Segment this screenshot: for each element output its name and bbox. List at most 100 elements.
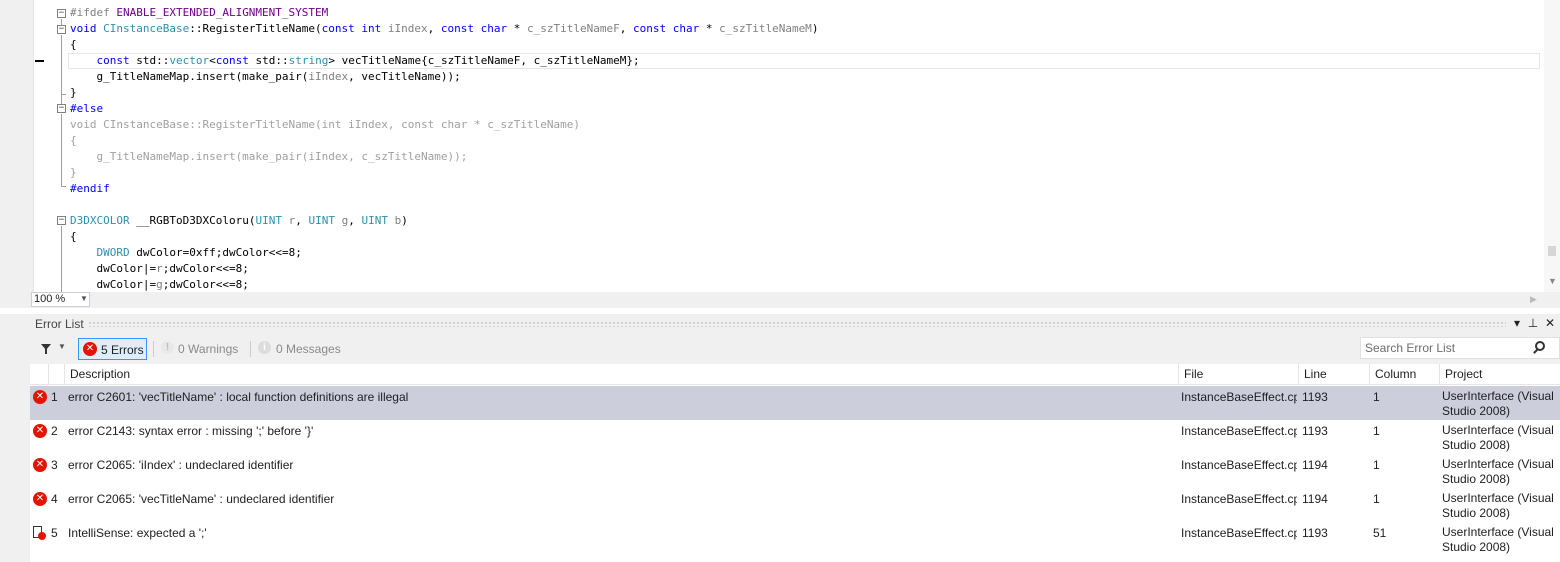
scroll-right-icon[interactable]: ▶ [1530, 294, 1537, 305]
code-token: * [507, 22, 528, 35]
code-token: const char [632, 22, 700, 35]
collapse-icon[interactable]: − [57, 104, 66, 113]
code-editor[interactable]: − − − − #ifdef ENABLE_EXTENDED_ALIGNMENT… [0, 0, 1560, 308]
editor-bottom-bar: 100 % ▼ ▶ [0, 292, 1560, 308]
code-token: , [427, 22, 441, 35]
error-file: InstanceBaseEffect.cpp [1181, 424, 1297, 438]
intellisense-error-icon [33, 526, 46, 540]
code-text[interactable]: #ifdef ENABLE_EXTENDED_ALIGNMENT_SYSTEM v… [68, 5, 1540, 293]
code-token: D3DXCOLOR [70, 214, 130, 227]
error-line: 1194 [1302, 492, 1328, 506]
code-line[interactable]: D3DXCOLOR __RGBToD3DXColoru(UINT r, UINT… [70, 213, 1540, 229]
collapse-icon[interactable]: − [57, 9, 66, 18]
error-description: error C2143: syntax error : missing ';' … [68, 424, 314, 438]
column-header-column[interactable]: Column [1369, 364, 1439, 385]
scroll-down-icon[interactable]: ▼ [1548, 276, 1557, 286]
vertical-scrollbar[interactable]: ▼ [1544, 0, 1560, 292]
code-line[interactable]: void CInstanceBase::RegisterTitleName(co… [70, 21, 1540, 37]
pin-icon[interactable]: ⊥ [1526, 316, 1540, 330]
error-list-panel: Error List ▾ ⊥ ✕ ▼ ✕ 5 Errors ! 0 Warnin… [0, 314, 1560, 562]
column-header-number[interactable] [48, 364, 64, 385]
code-token: > vecTitleName{c_szTitleNameF, c_szTitle… [328, 54, 640, 67]
code-line[interactable]: #endif [70, 181, 1540, 197]
code-token: UINT [308, 214, 342, 227]
outline-line [61, 35, 62, 94]
error-icon: ✕ [33, 492, 47, 506]
code-token: std:: [136, 54, 170, 67]
code-token: #endif [70, 182, 110, 195]
row-number: 3 [51, 458, 58, 472]
code-line[interactable]: } [70, 165, 1540, 181]
dropdown-icon[interactable]: ▾ [1510, 316, 1524, 330]
panel-title-bar[interactable]: Error List ▾ ⊥ ✕ [0, 314, 1560, 334]
error-file: InstanceBaseEffect.cpp [1181, 390, 1297, 404]
messages-filter-button[interactable]: 0 Messages [276, 342, 341, 356]
table-row[interactable]: ✕ 2 error C2143: syntax error : missing ';… [30, 420, 1560, 454]
code-line[interactable]: { [70, 133, 1540, 149]
code-line[interactable]: void CInstanceBase::RegisterTitleName(in… [70, 117, 1540, 133]
info-icon[interactable]: i [258, 341, 271, 354]
outlining-gutter: − − − − [54, 0, 68, 292]
code-token: r [156, 262, 163, 275]
code-line[interactable]: dwColor|=g;dwColor<<=8; [70, 277, 1540, 293]
code-token: __RGBToD3DXColoru( [129, 214, 256, 227]
code-token: iIndex [308, 70, 349, 83]
code-token: DWORD [96, 246, 130, 259]
code-line[interactable]: g_TitleNameMap.insert(make_pair(iIndex, … [70, 149, 1540, 165]
code-token: dwColor=0xff;dwColor<<=8; [129, 246, 302, 259]
collapse-icon[interactable]: − [57, 216, 66, 225]
title-grip [88, 321, 1506, 327]
code-line[interactable]: g_TitleNameMap.insert(make_pair(iIndex, … [70, 69, 1540, 85]
column-header-file[interactable]: File [1178, 364, 1298, 385]
code-line[interactable] [70, 197, 1540, 213]
code-line[interactable]: const std::vector<const std::string> vec… [68, 53, 1540, 69]
code-token: , [295, 214, 309, 227]
zoom-level: 100 % [34, 293, 66, 305]
code-token: c_szTitleNameF [527, 22, 620, 35]
code-line[interactable]: #ifdef ENABLE_EXTENDED_ALIGNMENT_SYSTEM [70, 5, 1540, 21]
warnings-filter-button[interactable]: 0 Warnings [178, 342, 238, 356]
collapse-icon[interactable]: − [57, 25, 66, 34]
code-token: c_szTitleNameM [719, 22, 812, 35]
row-number: 2 [51, 424, 58, 438]
filter-button[interactable]: ▼ [38, 340, 68, 358]
code-token: string [288, 54, 329, 67]
column-header-description[interactable]: Description [64, 364, 1178, 385]
row-number: 5 [51, 526, 58, 540]
code-line[interactable]: } [70, 85, 1540, 101]
code-token: ENABLE_EXTENDED_ALIGNMENT_SYSTEM [116, 6, 329, 19]
code-token: * c_szTitleName) [467, 118, 580, 131]
code-line[interactable]: { [70, 229, 1540, 245]
column-header-project[interactable]: Project [1439, 364, 1560, 385]
code-token: std:: [255, 54, 289, 67]
code-token: #else [70, 102, 104, 115]
table-row[interactable]: ✕ 3 error C2065: 'iIndex' : undeclared ide… [30, 454, 1560, 488]
code-line[interactable]: #else [70, 101, 1540, 117]
close-icon[interactable]: ✕ [1543, 316, 1557, 330]
code-line[interactable]: { [70, 37, 1540, 53]
code-token: dwColor|= [70, 262, 157, 275]
code-token: ;dwColor<<=8; [162, 262, 249, 275]
table-row[interactable]: 5 IntelliSense: expected a ';' InstanceBas… [30, 522, 1560, 556]
errors-filter-button[interactable]: ✕ 5 Errors [78, 338, 147, 360]
warning-icon[interactable]: ! [161, 341, 174, 354]
code-token: const char [401, 118, 468, 131]
column-header-line[interactable]: Line [1298, 364, 1369, 385]
scrollbar-thumb[interactable] [1548, 246, 1556, 256]
code-token: , [348, 214, 362, 227]
filter-icon-stem [45, 349, 47, 354]
table-row[interactable]: ✕ 1 error C2601: 'vecTitleName' : local fu… [30, 386, 1560, 420]
error-project: UserInterface (Visual Studio 2008) [1442, 389, 1554, 418]
chevron-down-icon[interactable]: ▼ [58, 342, 66, 351]
code-token: iIndex, [341, 118, 402, 131]
toolbar-separator [250, 341, 251, 357]
code-line[interactable]: dwColor|=r;dwColor<<=8; [70, 261, 1540, 277]
code-token: iIndex [387, 22, 428, 35]
search-box[interactable] [1360, 337, 1560, 359]
chevron-down-icon[interactable]: ▼ [80, 294, 88, 303]
code-line[interactable]: DWORD dwColor=0xff;dwColor<<=8; [70, 245, 1540, 261]
search-input[interactable] [1361, 338, 1531, 358]
code-token: ;dwColor<<=8; [162, 278, 249, 291]
table-row[interactable]: ✕ 4 error C2065: 'vecTitleName' : undeclar… [30, 488, 1560, 522]
